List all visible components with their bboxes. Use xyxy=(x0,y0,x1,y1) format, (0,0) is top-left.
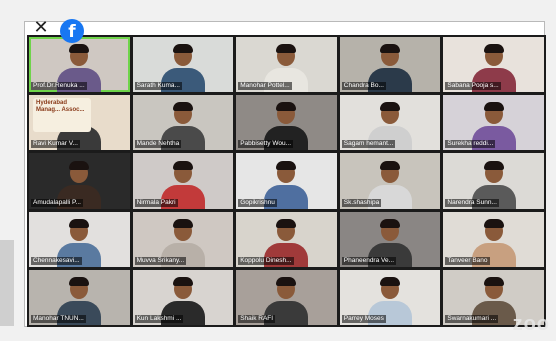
participant-name-label: Narendra Sunn... xyxy=(445,198,499,207)
participant-tile[interactable]: Gopikrishnu xyxy=(236,153,337,209)
participant-name-label: Koppolu Dinesh... xyxy=(238,256,294,265)
participant-name-label: Muvva Srikany... xyxy=(134,256,187,265)
participant-tile[interactable]: Prof.Dr.Renuka ... xyxy=(29,37,130,93)
participant-tile[interactable]: Chandra Bo... xyxy=(339,37,441,93)
participant-name-label: Gopikrishnu xyxy=(238,198,277,207)
participant-tile[interactable]: Mande Nehtha xyxy=(132,95,234,151)
participant-name-label: Prof.Dr.Renuka ... xyxy=(31,82,87,91)
participant-tile[interactable]: Sabana Pooja s... xyxy=(443,37,544,93)
participant-name-label: Pabbisetty Wou... xyxy=(238,140,294,149)
participant-tile[interactable]: Muvva Srikany... xyxy=(132,211,234,267)
participant-tile[interactable]: Tanveer Bano xyxy=(443,211,544,267)
participant-tile[interactable]: Phaneendra Ve... xyxy=(339,211,441,267)
participant-tile[interactable]: Manohar TNUN... xyxy=(29,269,130,325)
close-icon[interactable]: ✕ xyxy=(31,17,51,37)
participant-name-label: Shaik RAFI xyxy=(238,315,276,323)
participant-tile[interactable]: Manohar Pottel... xyxy=(236,37,337,93)
participant-name-label: Chandra Bo... xyxy=(341,82,386,91)
participant-tile[interactable]: Surekha reddi... xyxy=(443,95,544,151)
participant-name-label: Ravi Kumar V... xyxy=(31,140,80,149)
participant-name-label: Sagam hemant... xyxy=(341,140,396,149)
participant-tile[interactable]: Hyderabad Manag... Assoc... Ravi Kumar V.… xyxy=(29,95,130,151)
participant-tile[interactable]: Kun Lakshmi ... xyxy=(132,269,234,325)
participant-tile[interactable]: Koppolu Dinesh... xyxy=(236,211,337,267)
participant-tile[interactable]: Nirmala Pakri xyxy=(132,153,234,209)
participant-name-label: Chennakesavi... xyxy=(31,256,82,265)
participant-tile[interactable]: Chennakesavi... xyxy=(29,211,130,267)
participant-name-label: Sarath Kuma... xyxy=(134,82,182,91)
participant-name-label: Phaneendra Ve... xyxy=(341,256,397,265)
participant-name-label: Mande Nehtha xyxy=(134,140,182,149)
participant-gallery: Prof.Dr.Renuka ... Sarath Kuma... Manohar … xyxy=(27,35,546,327)
participant-name-label: Sabana Pooja s... xyxy=(445,82,501,91)
participant-name-label: Nirmala Pakri xyxy=(134,198,178,207)
participant-tile[interactable]: Amudalapalli P... xyxy=(29,153,130,209)
participant-tile[interactable]: Sarath Kuma... xyxy=(132,37,234,93)
participant-tile[interactable]: Shaik RAFI xyxy=(236,269,337,325)
participant-name-label: Manohar TNUN... xyxy=(31,315,86,323)
participant-tile[interactable]: Sagam hemant... xyxy=(339,95,441,151)
participant-name-label: Parrey Moses xyxy=(341,315,386,323)
participant-name-label: Sk.shashipa xyxy=(341,198,382,207)
participant-name-label: Manohar Pottel... xyxy=(238,82,292,91)
facebook-icon[interactable]: f xyxy=(60,19,84,43)
zoom-watermark: zoo xyxy=(512,313,550,335)
participant-tile[interactable]: Pabbisetty Wou... xyxy=(236,95,337,151)
participant-name-label: Kun Lakshmi ... xyxy=(134,315,184,323)
participant-name-label: Tanveer Bano xyxy=(445,256,490,265)
left-edge-strip xyxy=(0,240,14,326)
participant-name-label: Surekha reddi... xyxy=(445,140,496,149)
participant-name-label: Amudalapalli P... xyxy=(31,198,83,207)
virtual-background-banner: Hyderabad Manag... Assoc... xyxy=(33,98,91,133)
participant-tile[interactable]: Parrey Moses xyxy=(339,269,441,325)
participant-tile[interactable]: Sk.shashipa xyxy=(339,153,441,209)
participant-tile[interactable]: Narendra Sunn... xyxy=(443,153,544,209)
participant-name-label: Swarnakumari ... xyxy=(445,315,499,323)
